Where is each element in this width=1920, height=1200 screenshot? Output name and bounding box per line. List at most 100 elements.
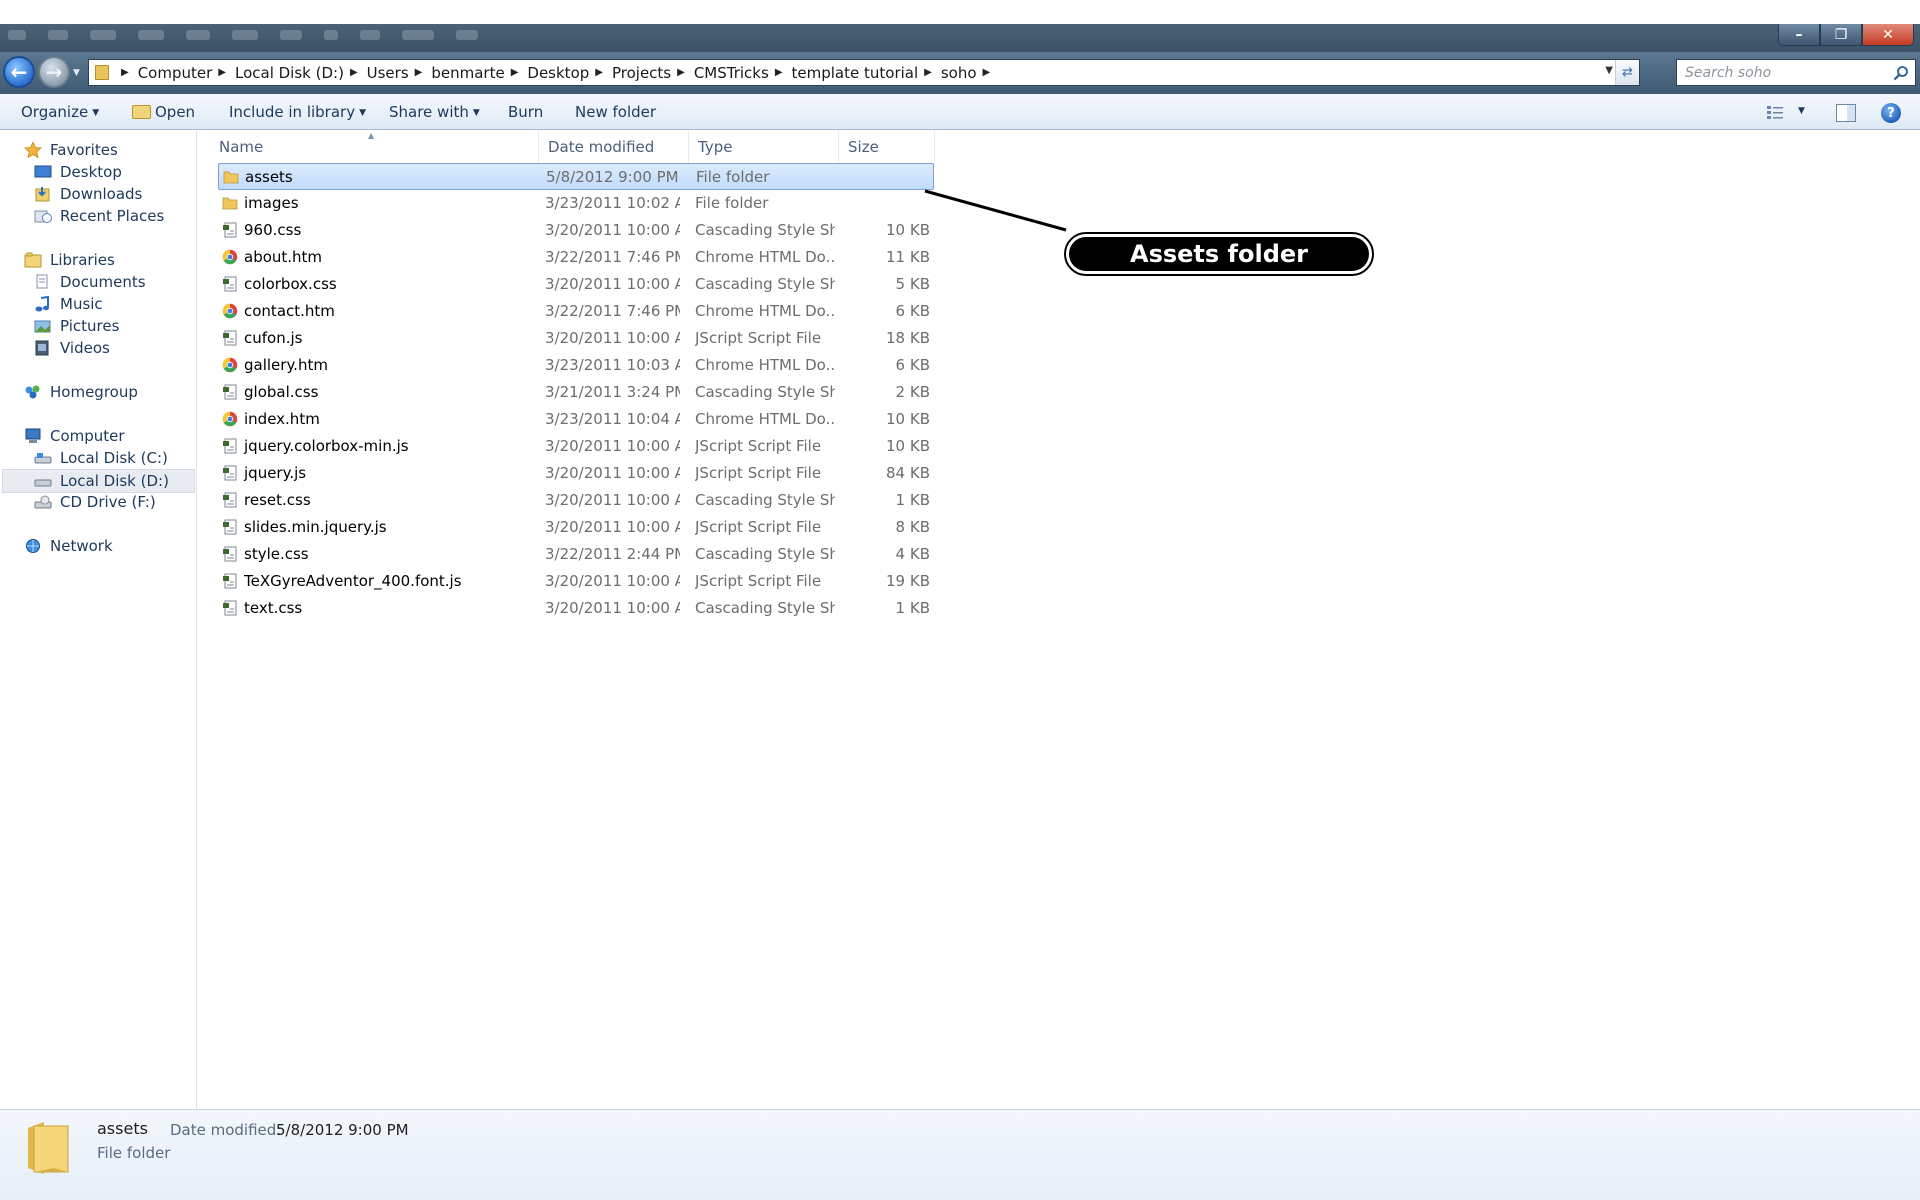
close-button[interactable]: ✕: [1862, 24, 1914, 46]
breadcrumb-arrow-icon[interactable]: ▶: [924, 67, 932, 78]
table-row[interactable]: TeXGyreAdventor_400.font.js 3/20/2011 10:…: [218, 568, 934, 595]
table-row[interactable]: style.css 3/22/2011 2:44 PM Cascading Styl…: [218, 541, 934, 568]
breadcrumb-desktop[interactable]: Desktop: [527, 64, 589, 82]
change-view-icon[interactable]: [1766, 104, 1784, 120]
libraries-icon: [24, 252, 42, 268]
file-date-modified: 3/20/2011 10:00 A...: [545, 329, 680, 347]
table-row[interactable]: 960.css 3/20/2011 10:00 A... Cascading Sty…: [218, 217, 934, 244]
file-name: jquery.colorbox-min.js: [244, 437, 409, 455]
file-name: colorbox.css: [244, 275, 337, 293]
table-row[interactable]: global.css 3/21/2011 3:24 PM Cascading Sty…: [218, 379, 934, 406]
search-icon[interactable]: [1893, 65, 1909, 81]
breadcrumb-benmarte[interactable]: benmarte: [431, 64, 504, 82]
nav-music[interactable]: Music: [34, 295, 103, 313]
folder-icon: [222, 195, 238, 211]
search-box[interactable]: [1676, 59, 1916, 86]
nav-documents[interactable]: Documents: [34, 273, 146, 291]
open-button[interactable]: Open: [132, 103, 195, 121]
nav-cd-drive[interactable]: CD Drive (F:): [34, 493, 156, 511]
nav-pictures[interactable]: Pictures: [34, 317, 119, 335]
breadcrumb-arrow-icon[interactable]: ▶: [121, 67, 129, 78]
breadcrumb-soho[interactable]: soho: [941, 64, 977, 82]
script-file-icon: [222, 222, 238, 238]
script-file-icon: [222, 573, 238, 589]
file-type: JScript Script File: [695, 572, 822, 590]
file-date-modified: 3/22/2011 7:46 PM: [545, 248, 680, 266]
file-date-modified: 3/21/2011 3:24 PM: [545, 383, 680, 401]
file-size: 10 KB: [886, 221, 930, 239]
breadcrumb-cmstricks[interactable]: CMSTricks: [694, 64, 769, 82]
nav-recent-places[interactable]: Recent Places: [34, 207, 164, 225]
file-date-modified: 3/20/2011 10:00 A...: [545, 275, 680, 293]
nav-local-disk-c[interactable]: Local Disk (C:): [34, 449, 168, 467]
preview-pane-icon[interactable]: [1836, 104, 1856, 122]
nav-libraries[interactable]: Libraries: [24, 251, 115, 269]
chrome-document-icon: [222, 357, 238, 373]
table-row[interactable]: colorbox.css 3/20/2011 10:00 A... Cascadin…: [218, 271, 934, 298]
table-row[interactable]: jquery.colorbox-min.js 3/20/2011 10:00 A.…: [218, 433, 934, 460]
nav-downloads[interactable]: Downloads: [34, 185, 142, 203]
breadcrumb-arrow-icon[interactable]: ▶: [775, 67, 783, 78]
recent-pages-dropdown[interactable]: ▼: [73, 68, 80, 78]
column-header-date[interactable]: Date modified: [539, 131, 689, 163]
table-row[interactable]: images 3/23/2011 10:02 A... File folder: [218, 190, 934, 217]
nav-videos[interactable]: Videos: [34, 339, 110, 357]
table-row[interactable]: cufon.js 3/20/2011 10:00 A... JScript Scri…: [218, 325, 934, 352]
table-row[interactable]: text.css 3/20/2011 10:00 A... Cascading St…: [218, 595, 934, 622]
file-size: 6 KB: [895, 302, 930, 320]
table-row[interactable]: index.htm 3/23/2011 10:04 A... Chrome HTML…: [218, 406, 934, 433]
new-folder-button[interactable]: New folder: [575, 103, 656, 121]
share-with-button[interactable]: Share with ▼: [389, 103, 480, 121]
breadcrumb-users[interactable]: Users: [367, 64, 409, 82]
chevron-down-icon: ▼: [359, 108, 366, 118]
forward-button[interactable]: →: [38, 56, 70, 88]
column-header-name[interactable]: Name: [210, 131, 539, 163]
file-type: Cascading Style Sh...: [695, 599, 835, 617]
nav-local-disk-d[interactable]: Local Disk (D:): [2, 469, 195, 493]
breadcrumb-arrow-icon[interactable]: ▶: [983, 67, 991, 78]
minimize-button[interactable]: –: [1778, 24, 1820, 46]
details-date-value: 5/8/2012 9:00 PM: [276, 1121, 409, 1139]
maximize-button[interactable]: ❐: [1820, 24, 1862, 46]
breadcrumb-local-disk-d[interactable]: Local Disk (D:): [235, 64, 344, 82]
table-row[interactable]: slides.min.jquery.js 3/20/2011 10:00 A...…: [218, 514, 934, 541]
burn-button[interactable]: Burn: [508, 103, 543, 121]
table-row[interactable]: gallery.htm 3/23/2011 10:03 A... Chrome HT…: [218, 352, 934, 379]
background-menu-strip: [8, 30, 478, 40]
breadcrumb-projects[interactable]: Projects: [612, 64, 671, 82]
breadcrumb-arrow-icon[interactable]: ▶: [350, 67, 358, 78]
recent-places-icon: [34, 208, 52, 224]
breadcrumb-template-tutorial[interactable]: template tutorial: [792, 64, 919, 82]
search-input[interactable]: [1685, 64, 1885, 81]
column-header-type[interactable]: Type: [689, 131, 839, 163]
refresh-button[interactable]: ⇄: [1615, 60, 1639, 85]
breadcrumb-arrow-icon[interactable]: ▶: [218, 67, 226, 78]
breadcrumb-computer[interactable]: Computer: [138, 64, 213, 82]
table-row[interactable]: contact.htm 3/22/2011 7:46 PM Chrome HTML …: [218, 298, 934, 325]
nav-desktop[interactable]: Desktop: [34, 163, 122, 181]
table-row[interactable]: assets 5/8/2012 9:00 PM File folder: [218, 163, 934, 190]
column-header-size[interactable]: Size: [839, 131, 935, 163]
nav-network[interactable]: Network: [24, 537, 113, 555]
breadcrumb-arrow-icon[interactable]: ▶: [415, 67, 423, 78]
breadcrumb-arrow-icon[interactable]: ▶: [677, 67, 685, 78]
breadcrumb-arrow-icon[interactable]: ▶: [595, 67, 603, 78]
table-row[interactable]: about.htm 3/22/2011 7:46 PM Chrome HTML Do…: [218, 244, 934, 271]
chevron-down-icon[interactable]: ▼: [1798, 106, 1805, 116]
nav-homegroup[interactable]: Homegroup: [24, 383, 138, 401]
file-type: Chrome HTML Do...: [695, 248, 835, 266]
address-history-dropdown[interactable]: ▼: [1605, 65, 1613, 76]
address-bar[interactable]: ▶ Computer ▶ Local Disk (D:) ▶ Users ▶ b…: [88, 59, 1640, 86]
breadcrumb-arrow-icon[interactable]: ▶: [511, 67, 519, 78]
table-row[interactable]: jquery.js 3/20/2011 10:00 A... JScript Scr…: [218, 460, 934, 487]
help-icon[interactable]: ?: [1881, 103, 1901, 123]
file-size: 18 KB: [886, 329, 930, 347]
organize-button[interactable]: Organize ▼: [21, 103, 99, 121]
file-type: Cascading Style Sh...: [695, 221, 835, 239]
nav-favorites[interactable]: Favorites: [24, 141, 118, 159]
column-name-label: Name: [219, 138, 264, 156]
include-in-library-button[interactable]: Include in library ▼: [229, 103, 366, 121]
table-row[interactable]: reset.css 3/20/2011 10:00 A... Cascading S…: [218, 487, 934, 514]
nav-computer[interactable]: Computer: [24, 427, 125, 445]
back-button[interactable]: ←: [3, 56, 35, 88]
